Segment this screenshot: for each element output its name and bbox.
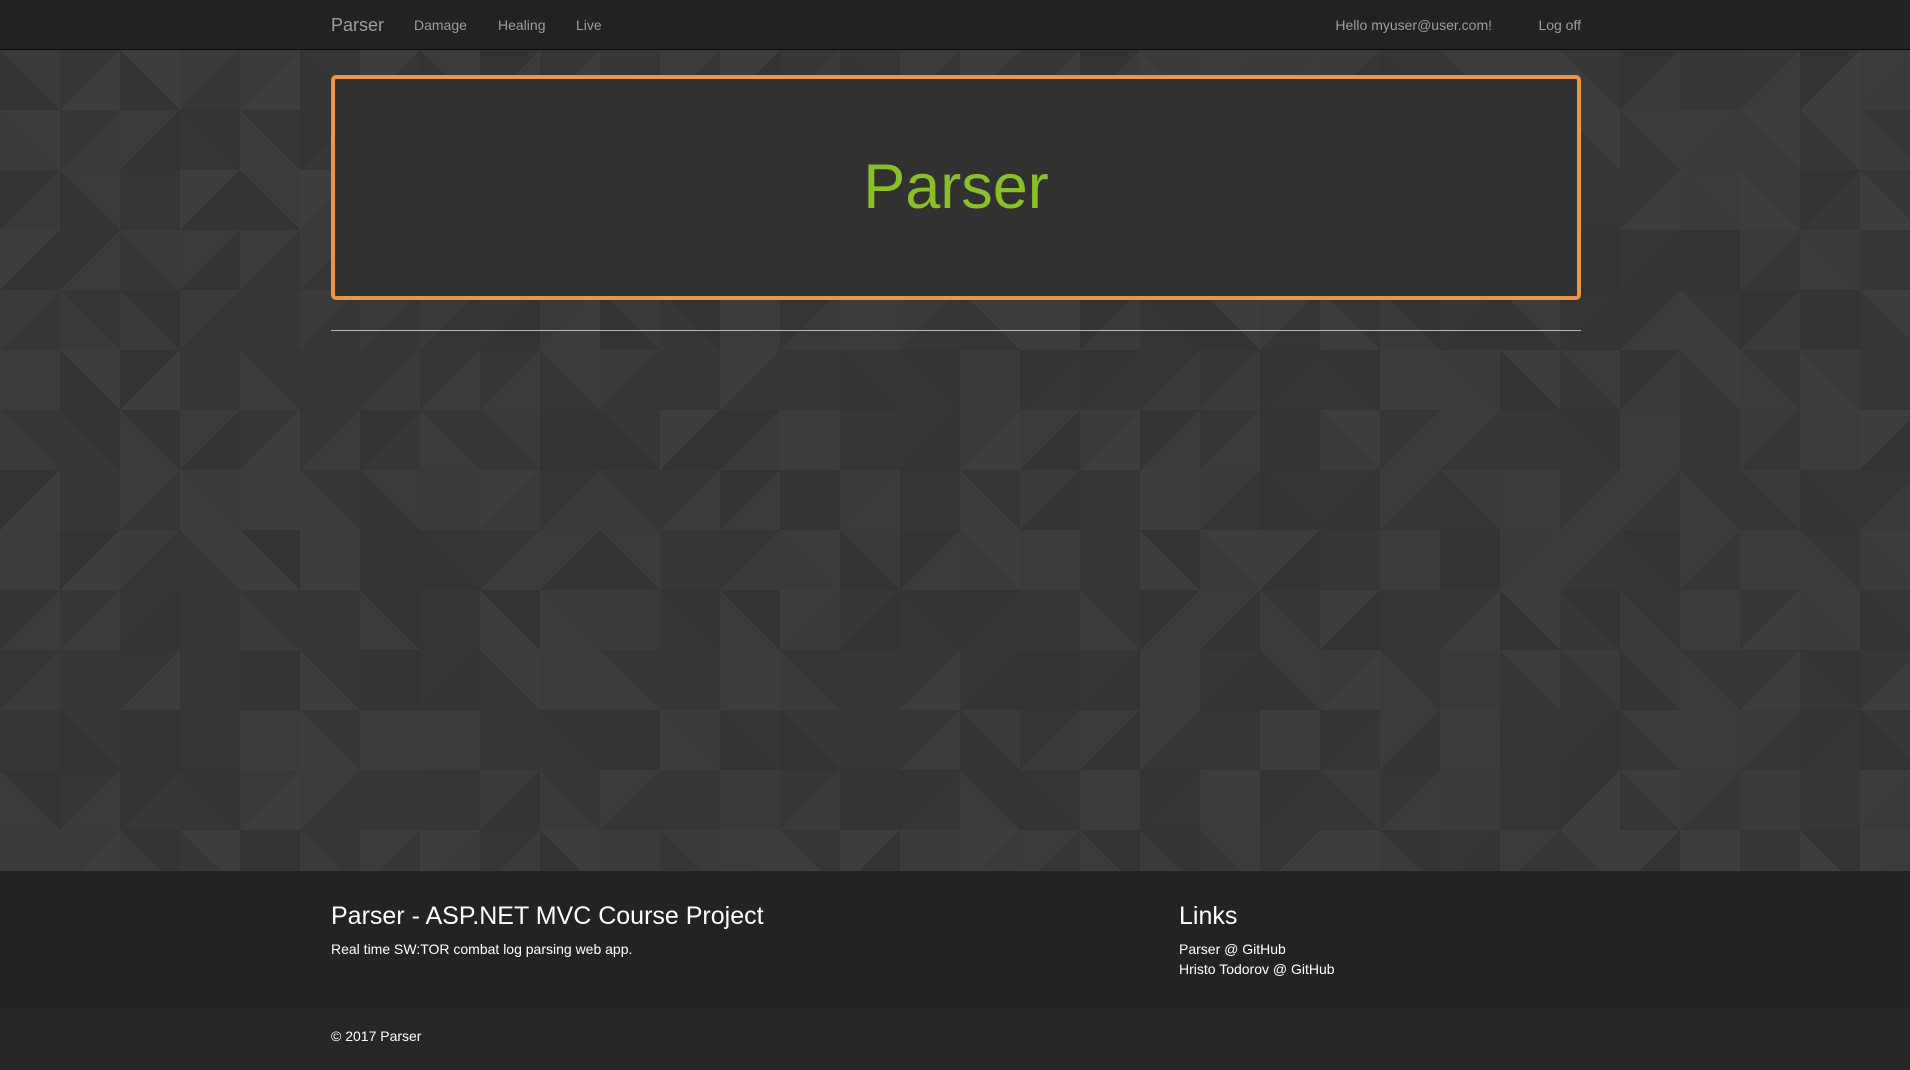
footer-links-heading: Links bbox=[1179, 902, 1238, 930]
footer-about: Parser - ASP.NET MVC Course Project Real… bbox=[331, 901, 764, 959]
nav-link-damage[interactable]: Damage bbox=[414, 17, 467, 33]
footer-about-heading: Parser - ASP.NET MVC Course Project bbox=[331, 902, 764, 930]
nav-link-healing[interactable]: Healing bbox=[498, 17, 545, 33]
main-content: Parser bbox=[331, 75, 1581, 331]
parser-github-link[interactable]: Parser @ GitHub bbox=[1179, 939, 1335, 959]
author-github-link[interactable]: Hristo Todorov @ GitHub bbox=[1179, 959, 1335, 979]
footer-about-text: Real time SW:TOR combat log parsing web … bbox=[331, 941, 633, 957]
logoff-link[interactable]: Log off bbox=[1538, 17, 1581, 33]
footer-links: Links Parser @ GitHub Hristo Todorov @ G… bbox=[1179, 901, 1335, 979]
navbar-container: Parser Damage Healing Live Hello myuser@… bbox=[331, 0, 1581, 50]
divider bbox=[331, 330, 1581, 331]
user-greeting-link[interactable]: Hello myuser@user.com! bbox=[1335, 17, 1492, 33]
jumbotron-title: Parser bbox=[863, 152, 1049, 222]
footer-links-list: Parser @ GitHub Hristo Todorov @ GitHub bbox=[1179, 939, 1335, 979]
top-navbar: Parser Damage Healing Live Hello myuser@… bbox=[0, 0, 1910, 50]
jumbotron: Parser bbox=[331, 75, 1581, 300]
nav-link-live[interactable]: Live bbox=[576, 17, 602, 33]
brand-link[interactable]: Parser bbox=[331, 15, 384, 35]
footer-upper: Parser - ASP.NET MVC Course Project Real… bbox=[0, 871, 1910, 1008]
copyright: © 2017 Parser bbox=[331, 1028, 422, 1044]
footer: Parser - ASP.NET MVC Course Project Real… bbox=[0, 871, 1910, 1070]
